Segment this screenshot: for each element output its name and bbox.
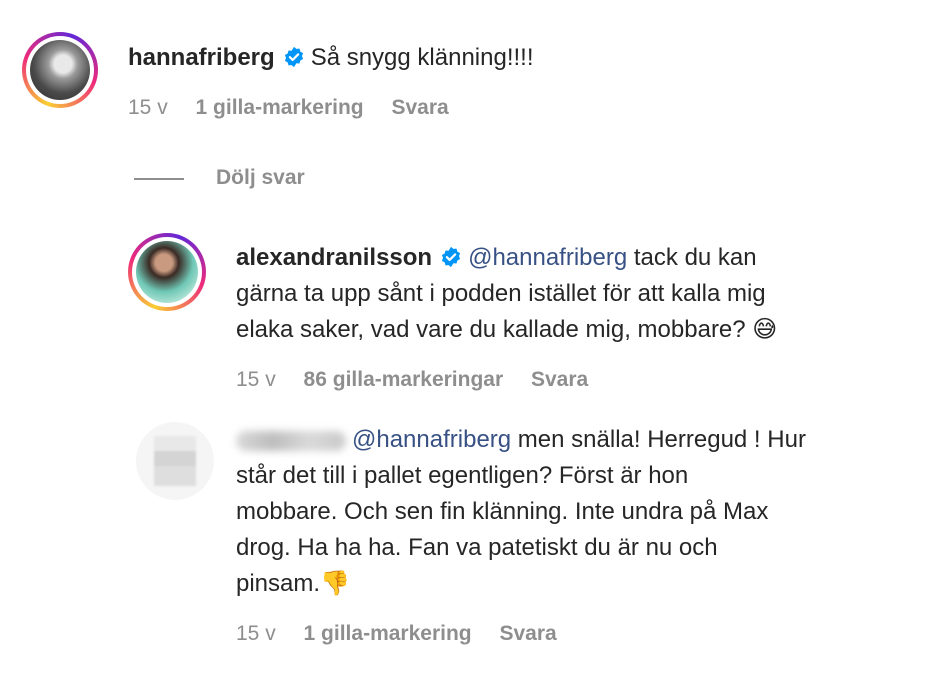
reply-button[interactable]: Svara — [499, 622, 556, 645]
likes-count[interactable]: 1 gilla-markering — [196, 96, 364, 119]
avatar-photo — [136, 241, 198, 303]
avatar-pixelation — [154, 436, 196, 486]
timestamp[interactable]: 15 v — [236, 622, 276, 645]
avatar-hannafriberg[interactable] — [22, 32, 98, 108]
verified-badge-icon — [442, 246, 461, 268]
comment-1-meta: 15 v 1 gilla-markering Svara — [128, 96, 449, 120]
username[interactable]: alexandranilsson — [236, 244, 432, 271]
avatar-frame — [26, 36, 94, 104]
reply-1-line-1: alexandranilsson @hannafriberg tack du ka… — [236, 240, 926, 276]
reply-1-meta: 15 v 86 gilla-markeringar Svara — [236, 368, 588, 392]
reply-2-body: @hannafriberg men snälla! Herregud ! Hur… — [236, 422, 926, 602]
comment-text: Så snygg klänning!!!! — [310, 44, 534, 71]
avatar-frame — [132, 237, 202, 307]
reply-1-body: alexandranilsson @hannafriberg tack du ka… — [236, 240, 926, 348]
reply-2-line-1: @hannafriberg men snälla! Herregud ! Hur — [236, 422, 926, 458]
reply-2-meta: 15 v 1 gilla-markering Svara — [236, 622, 557, 646]
avatar-photo — [30, 40, 90, 100]
hide-replies-label: Dölj svar — [216, 166, 305, 189]
reply-2-line-4: drog. Ha ha ha. Fan va patetiskt du är n… — [236, 534, 718, 561]
reply-2-line-2: står det till i pallet egentligen? Först… — [236, 462, 689, 489]
avatar-alexandranilsson[interactable] — [128, 233, 206, 311]
timestamp[interactable]: 15 v — [236, 368, 276, 391]
reply-2-line-3: mobbare. Och sen fin klänning. Inte undr… — [236, 498, 769, 525]
reply-1-line-2: gärna ta upp sånt i podden istället för … — [236, 280, 766, 307]
likes-count[interactable]: 86 gilla-markeringar — [304, 368, 504, 391]
reply-text: men snälla! Herregud ! Hur — [511, 426, 806, 453]
mention-link[interactable]: @hannafriberg — [352, 426, 511, 453]
timestamp[interactable]: 15 v — [128, 96, 168, 119]
username[interactable]: hannafriberg — [128, 44, 275, 71]
redacted-username — [236, 430, 346, 451]
verified-badge-icon — [284, 46, 303, 68]
reply-1-line-3: elaka saker, vad vare du kallade mig, mo… — [236, 316, 778, 343]
reply-text: tack du kan — [627, 244, 757, 271]
avatar-hidden[interactable] — [136, 422, 214, 500]
mention-link[interactable]: @hannafriberg — [468, 244, 627, 271]
likes-count[interactable]: 1 gilla-markering — [304, 622, 472, 645]
comment-1-body: hannafriberg Så snygg klänning!!!! — [128, 40, 534, 76]
hide-replies-button[interactable]: Dölj svar — [216, 166, 305, 190]
reply-button[interactable]: Svara — [531, 368, 588, 391]
reply-2-line-5: pinsam.👎 — [236, 570, 350, 597]
reply-button[interactable]: Svara — [391, 96, 448, 119]
hide-replies-line — [134, 178, 184, 180]
